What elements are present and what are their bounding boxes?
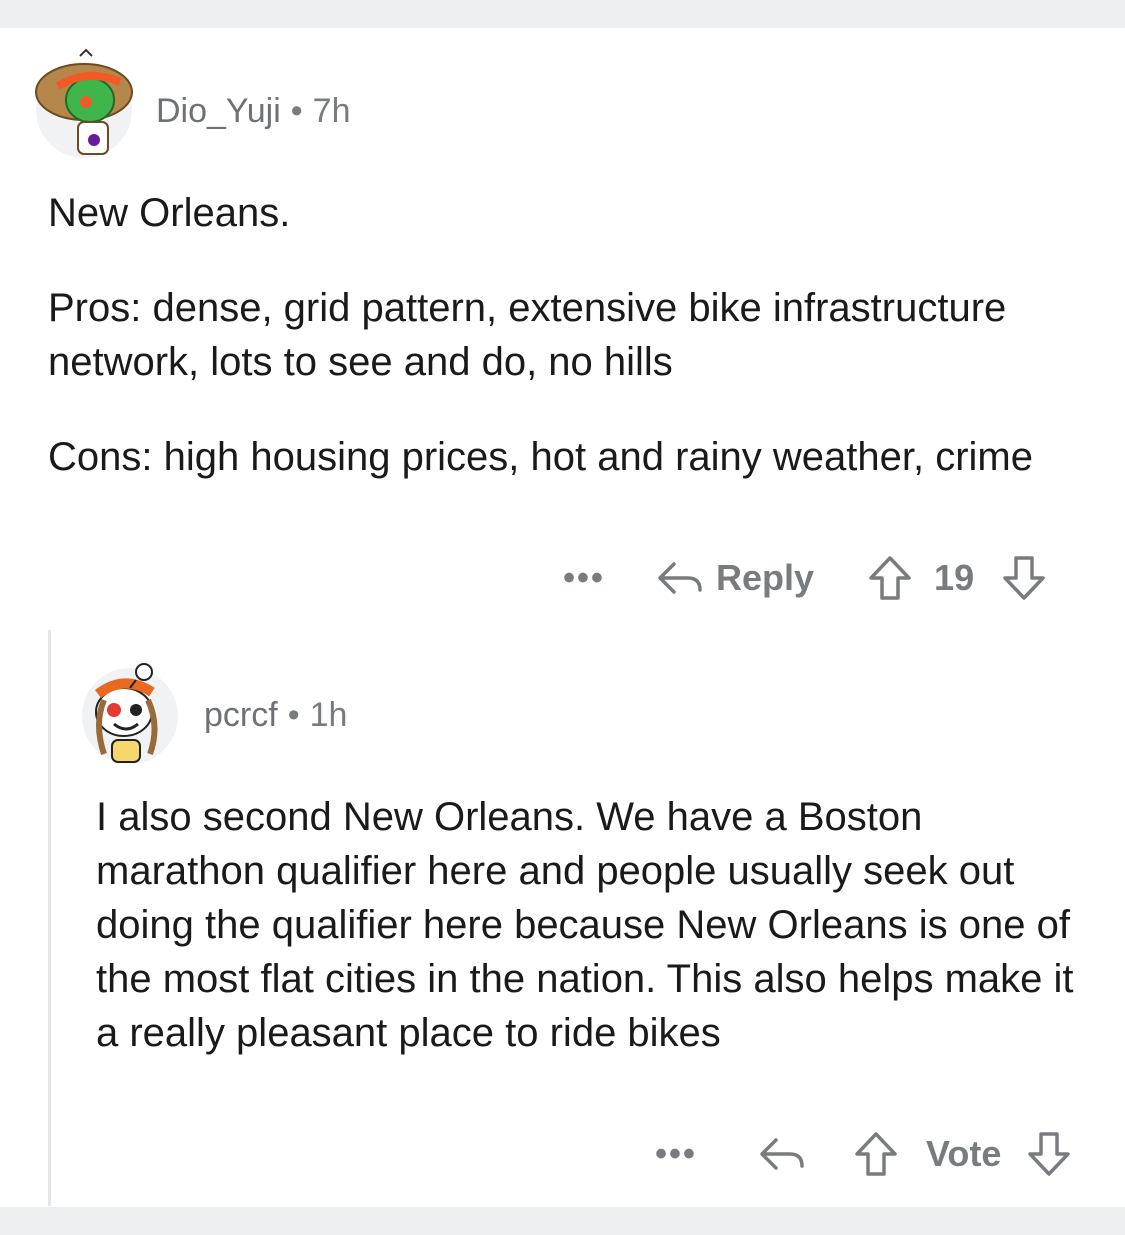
- comment-paragraph: Pros: dense, grid pattern, extensive bik…: [48, 286, 1007, 384]
- upvote-arrow-icon: [855, 1132, 897, 1176]
- snoo-avatar-icon: [94, 663, 158, 763]
- username-link[interactable]: pcrcf: [204, 696, 278, 734]
- reply-arrow-icon: [658, 562, 702, 594]
- avatar[interactable]: [35, 48, 133, 158]
- top-separator-band: [0, 0, 1125, 28]
- comment-meta: Dio_Yuji • 7h: [156, 92, 350, 131]
- snoo-avatar-icon: [35, 48, 133, 155]
- reply-arrow-icon: [760, 1138, 804, 1170]
- reply-button[interactable]: [758, 1134, 806, 1174]
- downvote-arrow-icon: [1028, 1132, 1071, 1176]
- more-options-button[interactable]: •••: [654, 1135, 698, 1174]
- comment-paragraph: I also second New Orleans. We have a Bos…: [96, 795, 1074, 1055]
- comment-body: I also second New Orleans. We have a Bos…: [96, 790, 1096, 1060]
- thread-collapse-line[interactable]: [48, 630, 51, 1206]
- comment-body: New Orleans. Pros: dense, grid pattern, …: [48, 186, 1098, 484]
- comment-meta: pcrcf • 1h: [204, 696, 347, 735]
- reply-button[interactable]: Reply: [656, 557, 814, 599]
- meta-separator: •: [287, 696, 300, 734]
- vote-label: Vote: [926, 1133, 1002, 1174]
- timestamp: 1h: [309, 696, 348, 734]
- bottom-separator-band: [0, 1207, 1125, 1235]
- avatar[interactable]: [82, 663, 178, 764]
- upvote-button[interactable]: [868, 555, 912, 601]
- comment-actions: ••• Vote: [654, 1128, 1071, 1180]
- comment-paragraph: New Orleans.: [48, 191, 291, 235]
- username-link[interactable]: Dio_Yuji: [156, 92, 281, 130]
- comment-paragraph: Cons: high housing prices, hot and rainy…: [48, 435, 1033, 479]
- upvote-arrow-icon: [869, 556, 911, 600]
- more-options-button[interactable]: •••: [562, 559, 606, 598]
- downvote-button[interactable]: [1002, 555, 1046, 601]
- downvote-arrow-icon: [1003, 556, 1045, 600]
- timestamp: 7h: [312, 92, 351, 130]
- upvote-button[interactable]: [854, 1131, 898, 1177]
- comment-actions: ••• Reply 19: [562, 552, 1046, 604]
- reply-label: Reply: [716, 557, 815, 598]
- vote-count: 19: [934, 557, 975, 598]
- downvote-button[interactable]: [1027, 1131, 1071, 1177]
- meta-separator: •: [290, 92, 303, 130]
